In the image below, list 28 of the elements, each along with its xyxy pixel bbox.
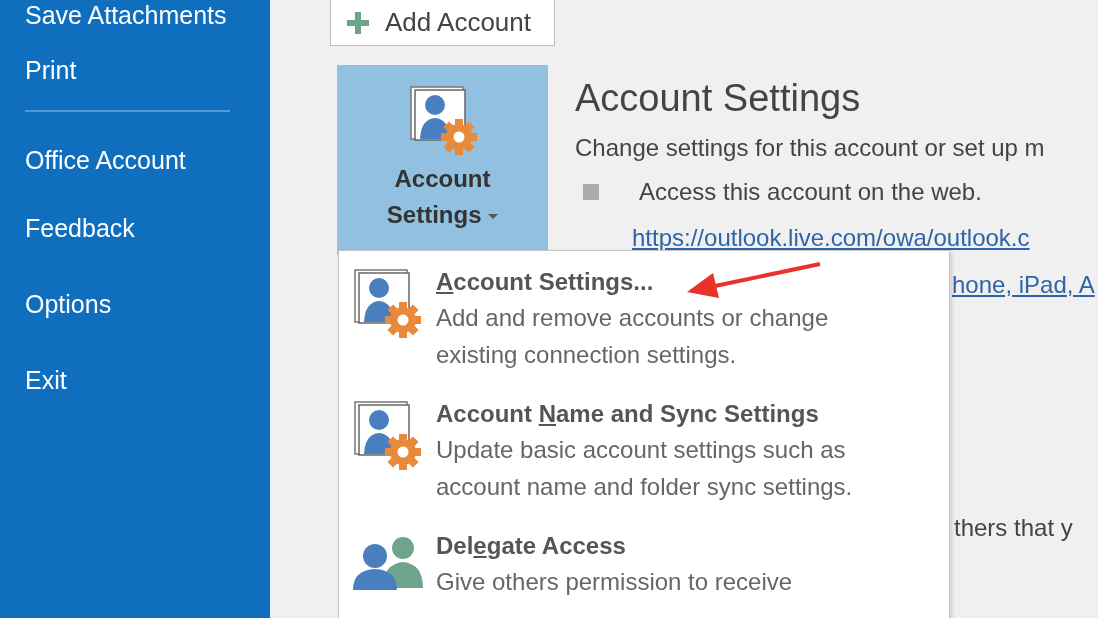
section-title: Account Settings <box>575 76 862 120</box>
sidebar-item[interactable]: Feedback <box>25 207 245 250</box>
sidebar-item[interactable]: Office Account <box>25 139 245 182</box>
caret-icon <box>488 213 499 220</box>
menu-item-title: Delegate Access <box>436 531 626 561</box>
menu-item-description: Add and remove accounts or change existing connection settings. <box>436 303 830 370</box>
account-settings-icon <box>408 85 477 155</box>
bullet-text: Access this account on the web. <box>639 177 982 207</box>
sidebar-item[interactable]: Save Attachments <box>25 0 245 37</box>
account-settings-button[interactable]: Account Settings <box>337 65 548 255</box>
account-settings-icon <box>353 400 421 470</box>
sidebar-item[interactable]: Options <box>25 283 245 326</box>
menu-item-description: Give others permission to receive <box>436 567 794 597</box>
menu-item-description: Update basic account settings such as account name and folder sync settings. <box>436 435 854 502</box>
add-account-button[interactable]: Add Account <box>330 0 555 46</box>
menu-item[interactable]: Account Name and Sync Settings Update basic account settings such as account name and folder sync settings. <box>339 396 913 505</box>
bullet-icon <box>583 184 599 200</box>
sidebar-item[interactable]: Exit <box>25 359 245 402</box>
plus-icon <box>347 11 369 34</box>
account-settings-icon <box>353 268 421 338</box>
menu-item[interactable]: Account Settings... Add and remove accounts or change existing connection settings. <box>339 264 913 373</box>
menu-item[interactable]: Delegate Access Give others permission to receive <box>339 528 913 600</box>
menu-item-title: Account Name and Sync Settings <box>436 399 819 429</box>
sidebar-item[interactable]: Print <box>25 49 245 92</box>
partial-text: thers that y <box>954 513 1073 543</box>
partial-link[interactable]: hone, iPad, A <box>952 270 1095 300</box>
menu-item-title: Account Settings... <box>436 267 654 297</box>
section-description: Change settings for this account or set up m <box>575 133 1045 163</box>
